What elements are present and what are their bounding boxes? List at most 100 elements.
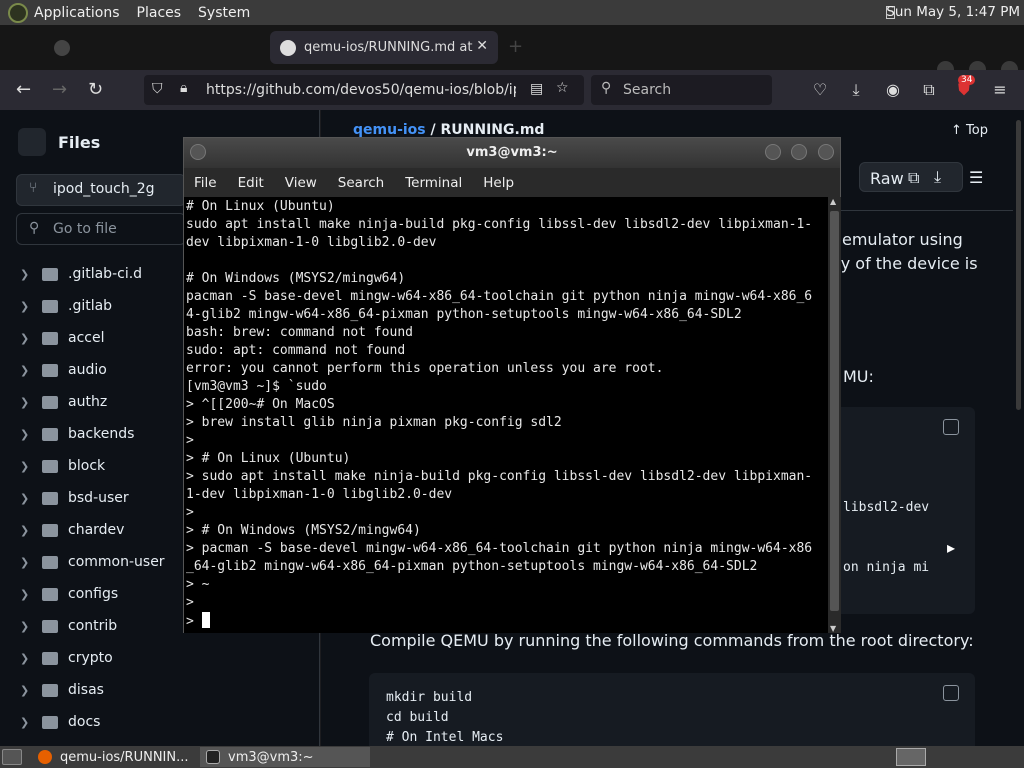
folder-icon xyxy=(42,651,58,665)
taskbar-item-terminal[interactable]: vm3@vm3:~ xyxy=(200,747,370,767)
taskbar-item-label: vm3@vm3:~ xyxy=(228,749,314,765)
raw-button[interactable]: Raw xyxy=(870,169,904,188)
shield-icon[interactable]: ⛉ xyxy=(152,81,163,97)
maximize-button[interactable] xyxy=(791,144,807,160)
terminal-line: bash: brew: command not found xyxy=(186,325,413,340)
new-tab-icon[interactable]: + xyxy=(508,36,523,57)
terminal-line: sudo: apt: command not found xyxy=(186,343,406,358)
window-menu-button[interactable] xyxy=(190,144,206,160)
menu-terminal[interactable]: Terminal xyxy=(405,175,462,191)
tree-item-label: .gitlab xyxy=(68,298,113,314)
terminal-titlebar[interactable]: vm3@vm3:~ xyxy=(184,138,840,168)
arrow-up-icon: ↑ xyxy=(951,123,962,138)
account-icon[interactable]: ◉ xyxy=(884,81,902,99)
chevron-right-icon[interactable]: ❯ xyxy=(20,652,30,665)
chevron-right-icon[interactable]: ❯ xyxy=(20,268,30,281)
go-to-file-input[interactable]: ⚲ Go to file xyxy=(16,213,186,245)
extensions-icon[interactable]: ⧉ xyxy=(920,81,938,99)
top-link[interactable]: ↑ Top xyxy=(951,123,988,138)
workspace-switcher[interactable] xyxy=(896,748,926,766)
tree-item-label: backends xyxy=(68,426,135,442)
copy-icon[interactable] xyxy=(943,419,959,435)
breadcrumb-repo-link[interactable]: qemu-ios xyxy=(353,122,426,138)
close-tab-icon[interactable]: ✕ xyxy=(476,38,488,54)
hamburger-menu-icon[interactable]: ≡ xyxy=(991,81,1009,99)
distro-logo-icon[interactable] xyxy=(8,2,28,23)
minimize-button[interactable] xyxy=(765,144,781,160)
chevron-right-icon[interactable]: ❯ xyxy=(20,492,30,505)
notification-badge: 34 xyxy=(958,75,976,85)
reload-icon[interactable]: ↻ xyxy=(88,79,103,100)
menu-view[interactable]: View xyxy=(285,175,317,191)
terminal-line: _64-glib2 mingw-w64-x86_64-pixman python… xyxy=(186,559,758,574)
copy-raw-icon[interactable]: ⧉ xyxy=(908,168,919,188)
close-window-button[interactable] xyxy=(818,144,834,160)
forward-icon[interactable]: → xyxy=(52,79,67,100)
url-field[interactable]: ⛉ 🔒︎ https://github.com/devos50/qemu-ios… xyxy=(144,75,584,105)
raw-button-group: Raw ⧉ ⤓ xyxy=(859,162,963,192)
terminal-scrollbar-thumb[interactable] xyxy=(830,211,839,611)
reader-view-icon[interactable]: ▤ xyxy=(530,81,543,97)
mouse-pointer-icon: ▸ xyxy=(947,538,956,557)
url-text[interactable]: https://github.com/devos50/qemu-ios/blob… xyxy=(206,82,516,98)
tab-inactive[interactable] xyxy=(44,31,254,64)
chevron-right-icon[interactable]: ❯ xyxy=(20,364,30,377)
search-placeholder: Search xyxy=(623,82,672,98)
go-to-file-placeholder: Go to file xyxy=(53,221,117,237)
menu-file[interactable]: File xyxy=(194,175,217,191)
search-field[interactable]: ⚲ Search xyxy=(591,75,772,105)
taskbar-item-firefox[interactable]: qemu-ios/RUNNIN... xyxy=(32,747,200,767)
scroll-down-icon[interactable]: ▼ xyxy=(830,624,836,633)
chevron-right-icon[interactable]: ❯ xyxy=(20,300,30,313)
prose-fragment: ity of the device is xyxy=(830,254,978,273)
terminal-line: sudo apt install make ninja-build pkg-co… xyxy=(186,217,813,232)
menu-system[interactable]: System xyxy=(198,5,250,21)
tree-item[interactable]: ❯ crypto xyxy=(0,642,320,674)
clock[interactable]: Sun May 5, 1:47 PM xyxy=(886,4,1020,20)
outline-list-icon[interactable]: ☰ xyxy=(969,168,983,187)
tree-item-label: audio xyxy=(68,362,107,378)
menu-search[interactable]: Search xyxy=(338,175,384,191)
chevron-right-icon[interactable]: ❯ xyxy=(20,588,30,601)
tree-item-label: crypto xyxy=(68,650,113,666)
chevron-right-icon[interactable]: ❯ xyxy=(20,396,30,409)
chevron-right-icon[interactable]: ❯ xyxy=(20,332,30,345)
chevron-right-icon[interactable]: ❯ xyxy=(20,716,30,729)
chevron-right-icon[interactable]: ❯ xyxy=(20,620,30,633)
page-scrollbar-thumb[interactable] xyxy=(1016,120,1021,410)
download-raw-icon[interactable]: ⤓ xyxy=(934,167,941,187)
breadcrumb: qemu-ios / RUNNING.md xyxy=(353,122,544,138)
bookmark-star-icon[interactable]: ☆ xyxy=(556,80,569,96)
scroll-up-icon[interactable]: ▲ xyxy=(830,197,836,206)
firefox-icon xyxy=(38,750,52,764)
chevron-right-icon[interactable]: ❯ xyxy=(20,428,30,441)
chevron-right-icon[interactable]: ❯ xyxy=(20,524,30,537)
lock-icon[interactable]: 🔒︎ xyxy=(180,80,187,96)
page-scrollbar[interactable] xyxy=(1013,110,1024,746)
tree-item[interactable]: ❯ disas xyxy=(0,674,320,706)
copy-icon[interactable] xyxy=(943,685,959,701)
folder-icon xyxy=(42,555,58,569)
show-desktop-icon[interactable] xyxy=(2,749,22,765)
chevron-right-icon[interactable]: ❯ xyxy=(20,460,30,473)
pocket-icon[interactable]: ♡ xyxy=(811,81,829,99)
folder-icon xyxy=(42,299,58,313)
terminal-line: > xyxy=(186,505,194,520)
chevron-right-icon[interactable]: ❯ xyxy=(20,556,30,569)
terminal-scrollbar[interactable]: ▲ ▼ xyxy=(828,197,841,633)
menu-applications[interactable]: Applications xyxy=(34,5,120,21)
branch-selector[interactable]: ⑂ ipod_touch_2g xyxy=(16,174,186,206)
chevron-right-icon[interactable]: ❯ xyxy=(20,684,30,697)
menu-help[interactable]: Help xyxy=(483,175,514,191)
tree-item-label: docs xyxy=(68,714,101,730)
tree-item[interactable]: ❯ docs xyxy=(0,706,320,738)
sidebar-collapse-icon[interactable] xyxy=(18,128,46,156)
tree-item-label: bsd-user xyxy=(68,490,129,506)
menu-edit[interactable]: Edit xyxy=(238,175,264,191)
tab-active[interactable]: qemu-ios/RUNNING.md at ✕ xyxy=(270,31,498,64)
folder-icon xyxy=(42,587,58,601)
back-icon[interactable]: ← xyxy=(16,79,31,100)
menu-places[interactable]: Places xyxy=(137,5,182,21)
terminal-screen[interactable]: # On Linux (Ubuntu) sudo apt install make… xyxy=(184,197,828,633)
downloads-icon[interactable]: ⤓ xyxy=(847,81,865,99)
